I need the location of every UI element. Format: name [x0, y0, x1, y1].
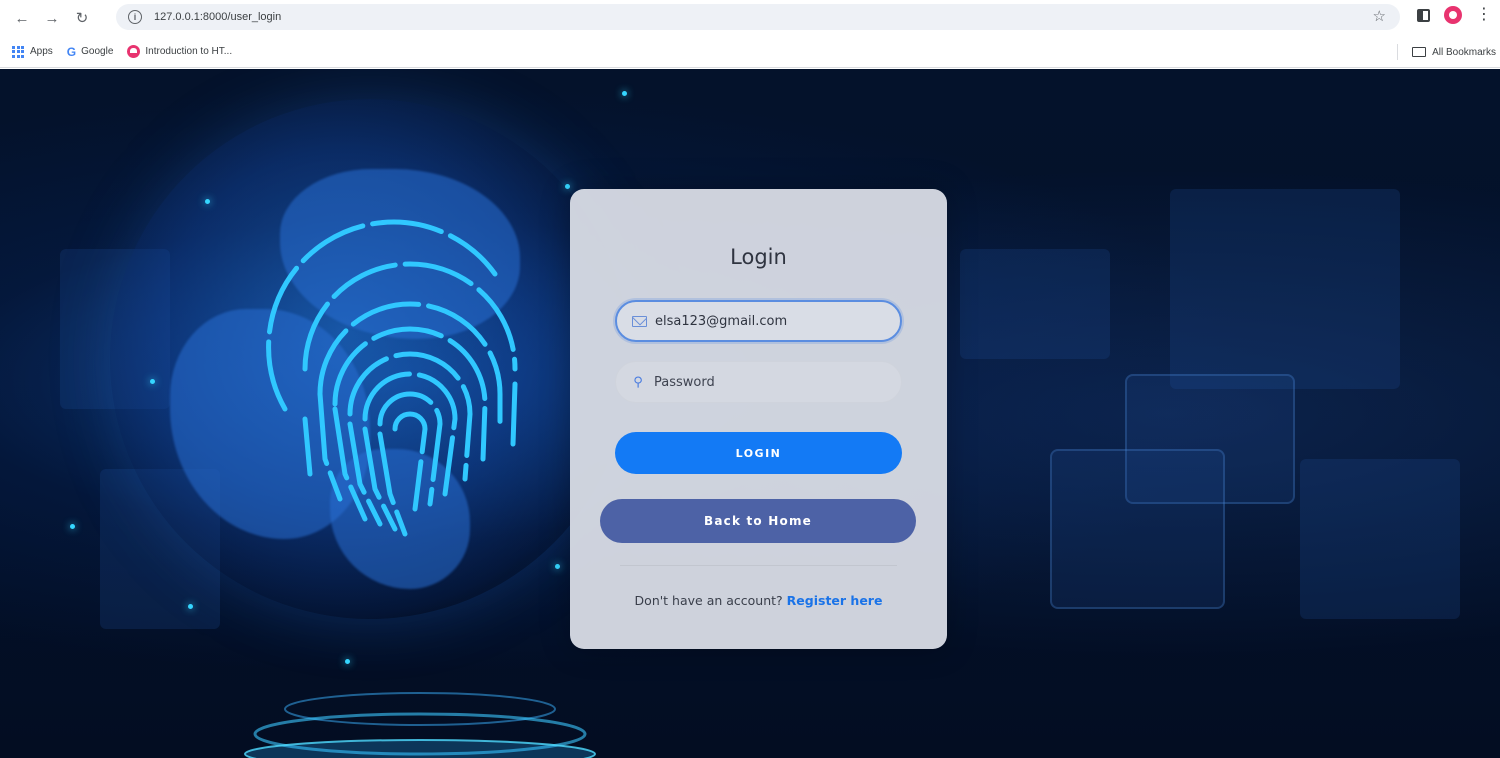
folder-icon: [1412, 47, 1427, 57]
address-bar[interactable]: i 127.0.0.1:8000/user_login ☆: [116, 4, 1400, 30]
key-icon: ⚲: [633, 374, 643, 389]
menu-icon[interactable]: ⋮: [1476, 7, 1492, 23]
browser-toolbar: ← → ↻ i 127.0.0.1:8000/user_login ☆ ⋮: [0, 0, 1500, 36]
all-bookmarks-label: All Bookmarks: [1432, 46, 1496, 58]
login-card: Login ⚲ LOGIN Back to Home Don't have an…: [570, 189, 947, 649]
email-input[interactable]: [655, 313, 900, 329]
decor-panel: [1300, 459, 1460, 619]
google-icon: G: [66, 44, 77, 59]
password-input[interactable]: [654, 374, 901, 390]
all-bookmarks[interactable]: All Bookmarks: [1397, 44, 1496, 60]
back-arrow-icon[interactable]: ←: [10, 6, 34, 30]
bookmarks-bar: Apps G Google Introduction to HT... All …: [0, 36, 1500, 68]
url-text[interactable]: 127.0.0.1:8000/user_login: [154, 11, 281, 23]
forward-arrow-icon[interactable]: →: [40, 6, 64, 30]
login-button[interactable]: LOGIN: [615, 432, 902, 474]
decor-panel: [1050, 449, 1225, 609]
divider: [620, 565, 897, 566]
password-field[interactable]: ⚲: [615, 361, 902, 403]
bookmark-google[interactable]: G Google: [67, 45, 114, 59]
signup-prompt-text: Don't have an account?: [634, 593, 783, 608]
envelope-icon: [631, 313, 647, 329]
star-icon[interactable]: ☆: [1373, 7, 1386, 25]
bookmark-introduction[interactable]: Introduction to HT...: [127, 45, 232, 58]
register-link[interactable]: Register here: [787, 593, 883, 608]
login-title: Login: [730, 245, 787, 269]
bookmark-label: Google: [81, 46, 114, 57]
back-to-home-button[interactable]: Back to Home: [600, 499, 916, 543]
bookmark-apps[interactable]: Apps: [12, 45, 53, 58]
bookmark-favicon-icon: [127, 45, 141, 58]
bookmark-label: Introduction to HT...: [145, 46, 233, 57]
apps-grid-icon: [12, 45, 24, 58]
side-panel-icon[interactable]: [1417, 8, 1430, 22]
hologram-rings: [244, 692, 596, 758]
site-info-icon[interactable]: i: [128, 10, 142, 24]
reload-icon[interactable]: ↻: [70, 6, 94, 30]
signup-prompt: Don't have an account? Register here: [570, 593, 947, 608]
email-field[interactable]: [615, 300, 902, 342]
bookmark-label: Apps: [30, 46, 53, 57]
decor-panel: [960, 249, 1110, 359]
decor-panel: [1170, 189, 1400, 389]
fingerprint-icon: [266, 219, 518, 537]
profile-icon[interactable]: [1444, 6, 1462, 24]
